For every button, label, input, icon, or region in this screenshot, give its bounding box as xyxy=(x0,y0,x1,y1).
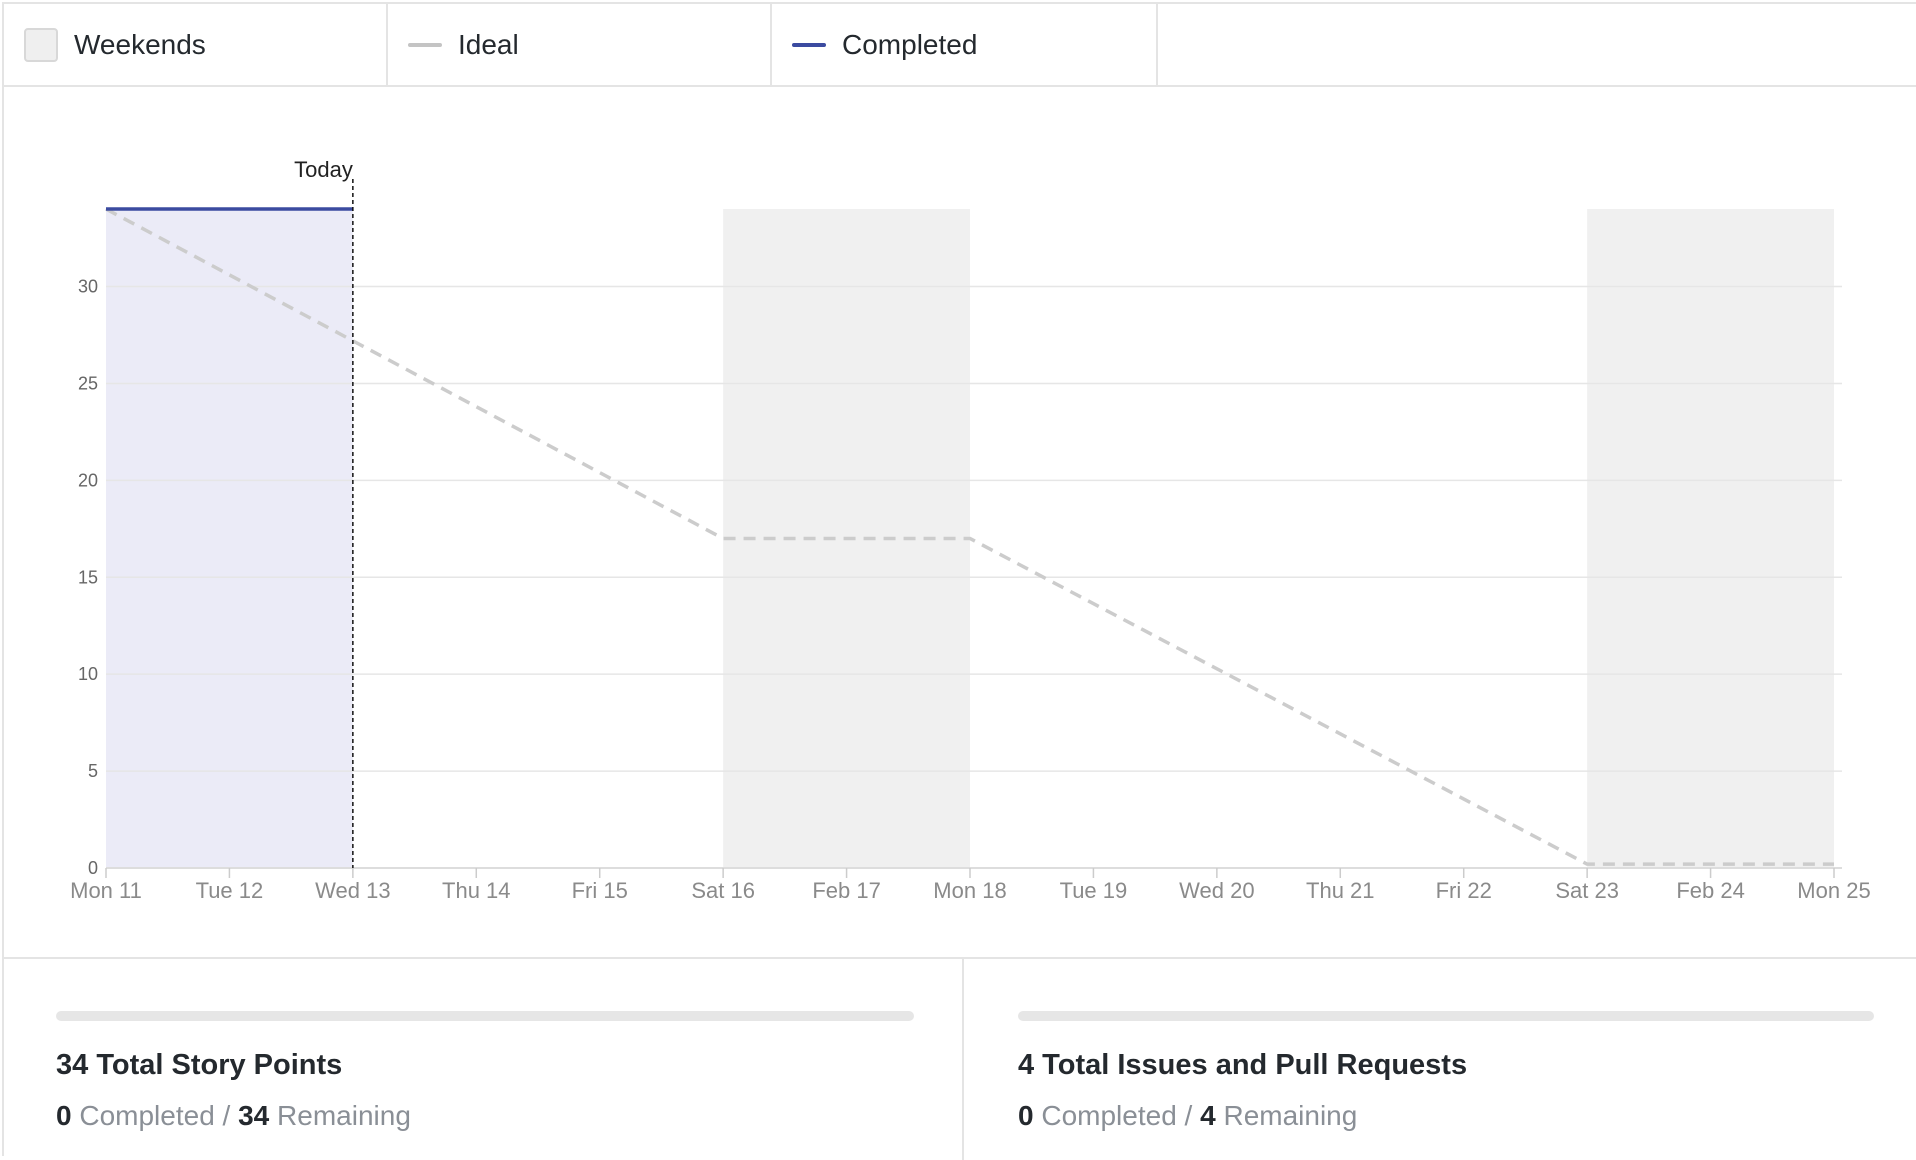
story-points-separator: / xyxy=(222,1100,231,1131)
x-tick-label-6: Sat 16 xyxy=(691,878,755,903)
x-tick-label-3: Wed 13 xyxy=(315,878,390,903)
ideal-line-swatch xyxy=(408,42,442,47)
x-tick-label-4: Thu 14 xyxy=(442,878,511,903)
story-points-remaining-label: Remaining xyxy=(277,1100,411,1131)
x-tick-label-2: Tue 12 xyxy=(196,878,264,903)
legend-weekends-toggle[interactable]: Weekends xyxy=(4,4,388,85)
legend-weekends-label: Weekends xyxy=(74,28,206,60)
issues-remaining-label: Remaining xyxy=(1223,1100,1358,1131)
chart-legend: Weekends Ideal Completed xyxy=(4,4,1916,87)
legend-completed-label: Completed xyxy=(842,28,978,60)
y-tick-label-20: 20 xyxy=(78,470,98,490)
burndown-container: Weekends Ideal Completed 0 5 10 15 20 25 30 Mon… xyxy=(2,2,1916,1160)
issues-separator: / xyxy=(1184,1100,1193,1131)
x-tick-label-14: Feb 24 xyxy=(1676,878,1745,903)
story-points-remaining-count: 34 xyxy=(238,1100,270,1131)
issues-completed-count: 0 xyxy=(1018,1100,1034,1131)
completed-line-swatch xyxy=(792,42,826,47)
issues-remaining-count: 4 xyxy=(1200,1100,1216,1131)
y-tick-label-25: 25 xyxy=(78,373,98,393)
issues-completed-label: Completed xyxy=(1041,1100,1177,1131)
y-tick-label-10: 10 xyxy=(78,664,98,684)
story-points-progress-bar xyxy=(56,1011,914,1021)
legend-completed-toggle[interactable]: Completed xyxy=(772,4,1158,85)
x-tick-label-15: Mon 25 xyxy=(1797,878,1870,903)
x-tick-label-13: Sat 23 xyxy=(1555,878,1619,903)
x-tick-label-5: Fri 15 xyxy=(572,878,628,903)
story-points-summary: 0 Completed / 34 Remaining xyxy=(56,1100,411,1132)
story-points-completed-label: Completed xyxy=(79,1100,215,1131)
x-tick-label-11: Thu 21 xyxy=(1306,878,1375,903)
x-tick-label-12: Fri 22 xyxy=(1436,878,1492,903)
weekend-band-2 xyxy=(1587,209,1834,868)
x-tick-label-10: Wed 20 xyxy=(1179,878,1254,903)
legend-ideal-label: Ideal xyxy=(458,28,519,60)
weekends-checkbox[interactable] xyxy=(24,27,58,62)
burndown-chart-svg: 0 5 10 15 20 25 30 Mon 11 Tue 12 Wed 13 Thu 14 Fri … xyxy=(70,157,1871,903)
story-points-completed-count: 0 xyxy=(56,1100,72,1131)
story-points-title: 34 Total Story Points xyxy=(56,1049,343,1081)
x-tick-label-8: Mon 18 xyxy=(933,878,1006,903)
issues-progress-bar xyxy=(1018,1011,1874,1021)
story-points-panel: 34 Total Story Points 0 Completed / 34 R… xyxy=(4,959,964,1160)
legend-ideal-toggle[interactable]: Ideal xyxy=(388,4,772,85)
y-tick-label-15: 15 xyxy=(78,567,98,587)
y-tick-label-0: 0 xyxy=(88,858,98,878)
today-marker-label: Today xyxy=(294,157,353,182)
y-tick-label-5: 5 xyxy=(88,761,98,781)
x-tick-label-1: Mon 11 xyxy=(70,878,142,903)
burndown-chart: 0 5 10 15 20 25 30 Mon 11 Tue 12 Wed 13 Thu 14 Fri … xyxy=(4,87,1916,957)
y-tick-label-30: 30 xyxy=(78,277,98,297)
x-tick-label-7: Feb 17 xyxy=(812,878,881,903)
issues-summary: 0 Completed / 4 Remaining xyxy=(1018,1100,1357,1132)
issues-panel: 4 Total Issues and Pull Requests 0 Compl… xyxy=(964,959,1916,1160)
x-tick-label-9: Tue 19 xyxy=(1060,878,1128,903)
summary-panels: 34 Total Story Points 0 Completed / 34 R… xyxy=(4,957,1916,1160)
issues-title: 4 Total Issues and Pull Requests xyxy=(1018,1049,1468,1081)
completed-area xyxy=(106,209,353,868)
